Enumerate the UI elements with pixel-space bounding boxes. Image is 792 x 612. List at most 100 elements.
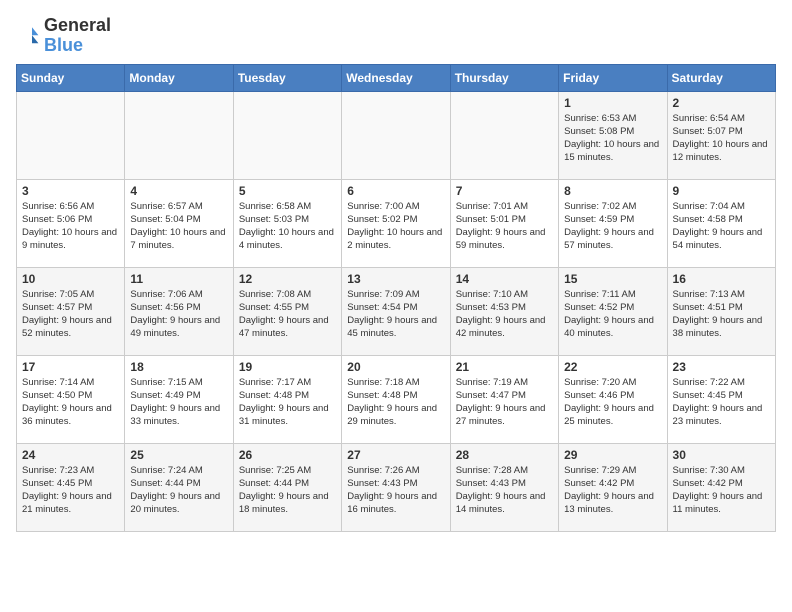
calendar-cell: 14 Sunrise: 7:10 AM Sunset: 4:53 PM Dayli… (450, 267, 558, 355)
day-info: Sunrise: 7:19 AM Sunset: 4:47 PM Dayligh… (456, 376, 553, 429)
day-number: 7 (456, 184, 553, 198)
day-of-week-header: Sunday (17, 64, 125, 91)
day-of-week-header: Monday (125, 64, 233, 91)
calendar-cell: 1Sunrise: 6:53 AM Sunset: 5:08 PM Daylig… (559, 91, 667, 179)
day-number: 24 (22, 448, 119, 462)
logo-text: General Blue (44, 16, 111, 56)
day-info: Sunrise: 7:08 AM Sunset: 4:55 PM Dayligh… (239, 288, 336, 341)
day-info: Sunrise: 7:10 AM Sunset: 4:53 PM Dayligh… (456, 288, 553, 341)
calendar-cell: 29 Sunrise: 7:29 AM Sunset: 4:42 PM Dayli… (559, 443, 667, 531)
day-info: Sunrise: 6:53 AM Sunset: 5:08 PM Dayligh… (564, 112, 661, 165)
calendar-cell (233, 91, 341, 179)
day-info: Sunrise: 7:25 AM Sunset: 4:44 PM Dayligh… (239, 464, 336, 517)
page-header: General Blue (16, 16, 776, 56)
day-info: Sunrise: 7:11 AM Sunset: 4:52 PM Dayligh… (564, 288, 661, 341)
day-of-week-header: Tuesday (233, 64, 341, 91)
logo-icon (16, 24, 40, 48)
day-number: 29 (564, 448, 661, 462)
calendar-cell: 22 Sunrise: 7:20 AM Sunset: 4:46 PM Dayli… (559, 355, 667, 443)
calendar-cell: 20 Sunrise: 7:18 AM Sunset: 4:48 PM Dayli… (342, 355, 450, 443)
calendar-cell: 24 Sunrise: 7:23 AM Sunset: 4:45 PM Dayli… (17, 443, 125, 531)
calendar-cell: 3 Sunrise: 6:56 AM Sunset: 5:06 PM Daylig… (17, 179, 125, 267)
calendar-cell: 11 Sunrise: 7:06 AM Sunset: 4:56 PM Dayli… (125, 267, 233, 355)
calendar-cell: 21 Sunrise: 7:19 AM Sunset: 4:47 PM Dayli… (450, 355, 558, 443)
calendar-cell: 7 Sunrise: 7:01 AM Sunset: 5:01 PM Daylig… (450, 179, 558, 267)
calendar-cell: 10 Sunrise: 7:05 AM Sunset: 4:57 PM Dayli… (17, 267, 125, 355)
day-of-week-header: Saturday (667, 64, 775, 91)
day-of-week-header: Friday (559, 64, 667, 91)
day-number: 23 (673, 360, 770, 374)
day-info: Sunrise: 7:23 AM Sunset: 4:45 PM Dayligh… (22, 464, 119, 517)
day-number: 6 (347, 184, 444, 198)
day-number: 10 (22, 272, 119, 286)
calendar-cell (342, 91, 450, 179)
day-of-week-header: Wednesday (342, 64, 450, 91)
calendar-cell: 16 Sunrise: 7:13 AM Sunset: 4:51 PM Dayli… (667, 267, 775, 355)
day-info: Sunrise: 7:15 AM Sunset: 4:49 PM Dayligh… (130, 376, 227, 429)
calendar-cell: 30 Sunrise: 7:30 AM Sunset: 4:42 PM Dayli… (667, 443, 775, 531)
day-info: Sunrise: 7:29 AM Sunset: 4:42 PM Dayligh… (564, 464, 661, 517)
day-info: Sunrise: 7:24 AM Sunset: 4:44 PM Dayligh… (130, 464, 227, 517)
day-info: Sunrise: 7:22 AM Sunset: 4:45 PM Dayligh… (673, 376, 770, 429)
day-number: 14 (456, 272, 553, 286)
day-number: 20 (347, 360, 444, 374)
day-info: Sunrise: 7:30 AM Sunset: 4:42 PM Dayligh… (673, 464, 770, 517)
day-number: 26 (239, 448, 336, 462)
calendar-cell: 19Sunrise: 7:17 AM Sunset: 4:48 PM Dayli… (233, 355, 341, 443)
day-info: Sunrise: 7:02 AM Sunset: 4:59 PM Dayligh… (564, 200, 661, 253)
calendar-cell: 23 Sunrise: 7:22 AM Sunset: 4:45 PM Dayli… (667, 355, 775, 443)
day-info: Sunrise: 7:06 AM Sunset: 4:56 PM Dayligh… (130, 288, 227, 341)
day-info: Sunrise: 7:04 AM Sunset: 4:58 PM Dayligh… (673, 200, 770, 253)
day-info: Sunrise: 7:14 AM Sunset: 4:50 PM Dayligh… (22, 376, 119, 429)
day-number: 19 (239, 360, 336, 374)
day-number: 30 (673, 448, 770, 462)
day-info: Sunrise: 6:56 AM Sunset: 5:06 PM Dayligh… (22, 200, 119, 253)
day-number: 2 (673, 96, 770, 110)
calendar-cell: 17 Sunrise: 7:14 AM Sunset: 4:50 PM Dayli… (17, 355, 125, 443)
day-number: 11 (130, 272, 227, 286)
day-info: Sunrise: 6:54 AM Sunset: 5:07 PM Dayligh… (673, 112, 770, 165)
calendar-cell: 12 Sunrise: 7:08 AM Sunset: 4:55 PM Dayli… (233, 267, 341, 355)
day-info: Sunrise: 7:01 AM Sunset: 5:01 PM Dayligh… (456, 200, 553, 253)
calendar-week-row: 24 Sunrise: 7:23 AM Sunset: 4:45 PM Dayli… (17, 443, 776, 531)
day-number: 21 (456, 360, 553, 374)
calendar-week-row: 1Sunrise: 6:53 AM Sunset: 5:08 PM Daylig… (17, 91, 776, 179)
calendar-header-row: SundayMondayTuesdayWednesdayThursdayFrid… (17, 64, 776, 91)
calendar-cell: 9Sunrise: 7:04 AM Sunset: 4:58 PM Daylig… (667, 179, 775, 267)
calendar-cell: 25 Sunrise: 7:24 AM Sunset: 4:44 PM Dayli… (125, 443, 233, 531)
day-number: 27 (347, 448, 444, 462)
calendar-week-row: 17 Sunrise: 7:14 AM Sunset: 4:50 PM Dayli… (17, 355, 776, 443)
day-info: Sunrise: 7:00 AM Sunset: 5:02 PM Dayligh… (347, 200, 444, 253)
day-info: Sunrise: 7:05 AM Sunset: 4:57 PM Dayligh… (22, 288, 119, 341)
day-info: Sunrise: 7:09 AM Sunset: 4:54 PM Dayligh… (347, 288, 444, 341)
calendar-cell: 2 Sunrise: 6:54 AM Sunset: 5:07 PM Daylig… (667, 91, 775, 179)
day-of-week-header: Thursday (450, 64, 558, 91)
calendar-cell (17, 91, 125, 179)
calendar-cell (450, 91, 558, 179)
calendar-cell: 26 Sunrise: 7:25 AM Sunset: 4:44 PM Dayli… (233, 443, 341, 531)
day-number: 25 (130, 448, 227, 462)
calendar-cell: 15Sunrise: 7:11 AM Sunset: 4:52 PM Dayli… (559, 267, 667, 355)
calendar-cell: 6 Sunrise: 7:00 AM Sunset: 5:02 PM Daylig… (342, 179, 450, 267)
day-info: Sunrise: 7:26 AM Sunset: 4:43 PM Dayligh… (347, 464, 444, 517)
day-number: 3 (22, 184, 119, 198)
calendar-cell: 8Sunrise: 7:02 AM Sunset: 4:59 PM Daylig… (559, 179, 667, 267)
day-number: 17 (22, 360, 119, 374)
day-info: Sunrise: 7:18 AM Sunset: 4:48 PM Dayligh… (347, 376, 444, 429)
calendar-week-row: 10 Sunrise: 7:05 AM Sunset: 4:57 PM Dayli… (17, 267, 776, 355)
day-info: Sunrise: 6:57 AM Sunset: 5:04 PM Dayligh… (130, 200, 227, 253)
day-number: 5 (239, 184, 336, 198)
day-info: Sunrise: 7:13 AM Sunset: 4:51 PM Dayligh… (673, 288, 770, 341)
calendar-cell: 5 Sunrise: 6:58 AM Sunset: 5:03 PM Daylig… (233, 179, 341, 267)
day-info: Sunrise: 7:20 AM Sunset: 4:46 PM Dayligh… (564, 376, 661, 429)
day-info: Sunrise: 7:28 AM Sunset: 4:43 PM Dayligh… (456, 464, 553, 517)
day-number: 16 (673, 272, 770, 286)
day-number: 28 (456, 448, 553, 462)
logo: General Blue (16, 16, 111, 56)
day-info: Sunrise: 6:58 AM Sunset: 5:03 PM Dayligh… (239, 200, 336, 253)
day-number: 13 (347, 272, 444, 286)
calendar-cell: 27 Sunrise: 7:26 AM Sunset: 4:43 PM Dayli… (342, 443, 450, 531)
day-number: 12 (239, 272, 336, 286)
calendar-cell: 13 Sunrise: 7:09 AM Sunset: 4:54 PM Dayli… (342, 267, 450, 355)
day-number: 22 (564, 360, 661, 374)
